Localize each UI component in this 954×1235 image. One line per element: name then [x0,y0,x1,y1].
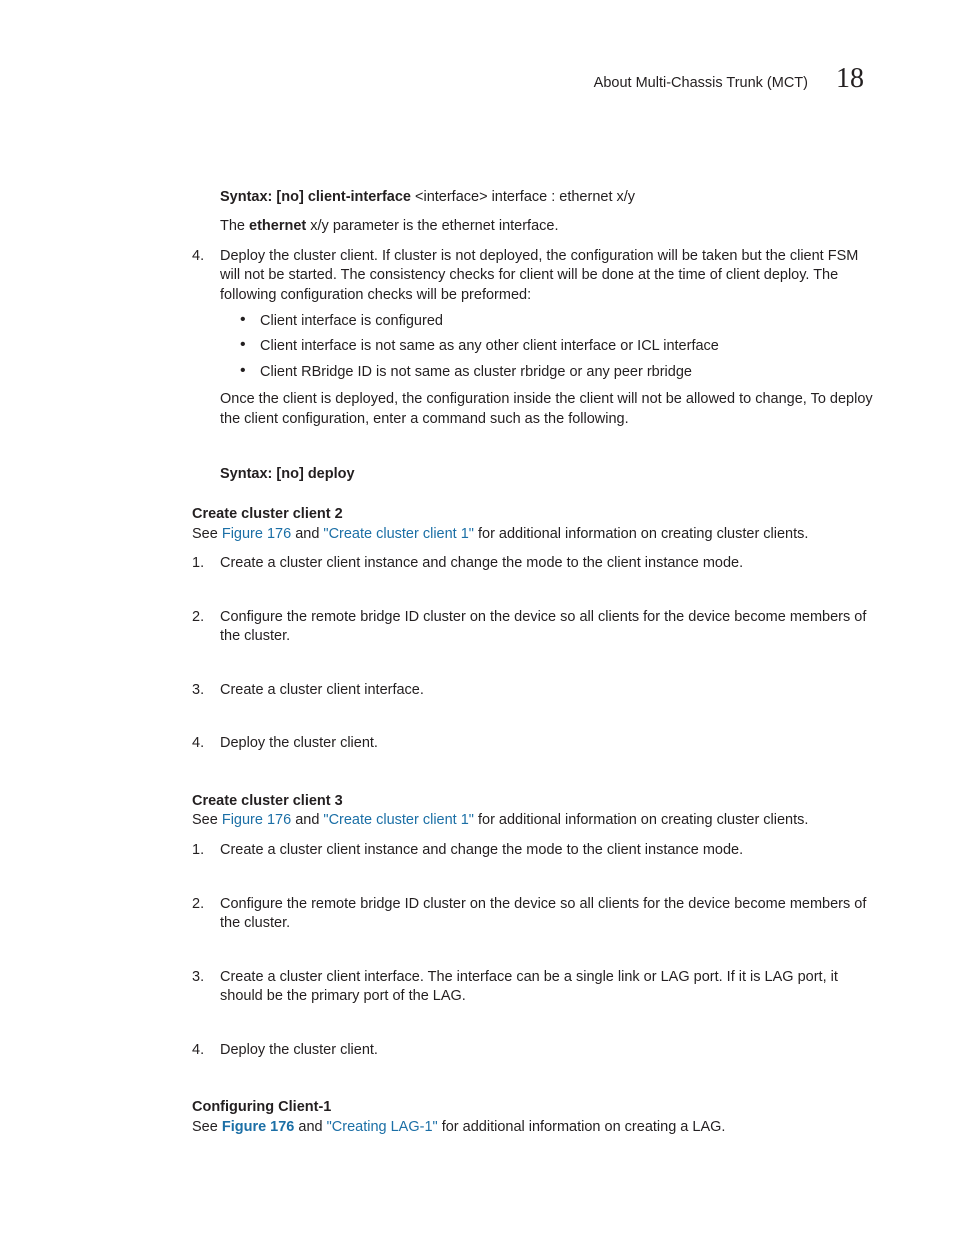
text-fragment: and [291,812,323,828]
bullet-icon: • [240,363,260,383]
configuring-client-1: Configuring Client-1 See Figure 176 and … [192,1098,874,1137]
bullet-item: •Client RBridge ID is not same as cluste… [240,363,874,383]
page: About Multi-Chassis Trunk (MCT) 18 Synta… [0,0,954,1235]
text-fragment: The [220,218,249,234]
list-item: 4. Deploy the cluster client. If cluster… [192,247,874,430]
step-4-block: 4. Deploy the cluster client. If cluster… [192,247,874,430]
ethernet-keyword: ethernet [249,218,306,234]
cfg1-see-line: See Figure 176 and "Creating LAG-1" for … [192,1118,874,1138]
list-body: Create a cluster client instance and cha… [220,841,874,861]
list-number: 4. [192,1041,220,1061]
bullet-text: Client interface is configured [260,312,443,332]
bullet-icon: • [240,312,260,332]
bullet-text: Client interface is not same as any othe… [260,337,719,357]
list-body: Configure the remote bridge ID cluster o… [220,895,874,934]
list-number: 4. [192,734,220,754]
text-fragment: See [192,812,222,828]
list-item: 2.Configure the remote bridge ID cluster… [192,895,874,934]
list-item: 2.Configure the remote bridge ID cluster… [192,608,874,647]
text-fragment: and [291,526,323,542]
list-body: Create a cluster client interface. The i… [220,968,874,1007]
cfg1-heading: Configuring Client-1 [192,1098,874,1118]
list-item: 4.Deploy the cluster client. [192,734,874,754]
list-item: 3.Create a cluster client interface. The… [192,968,874,1007]
create-cluster-client-1-link[interactable]: "Create cluster client 1" [323,526,474,542]
text-fragment: See [192,1119,222,1135]
list-body: Create a cluster client interface. [220,681,874,701]
list-number: 3. [192,968,220,1007]
step4-after: Once the client is deployed, the configu… [220,390,874,429]
create-cluster-client-1-link[interactable]: "Create cluster client 1" [323,812,474,828]
figure-176-link[interactable]: Figure 176 [222,526,291,542]
ccc3-steps: 1.Create a cluster client instance and c… [192,841,874,1060]
text-fragment: and [294,1119,326,1135]
list-body: Create a cluster client instance and cha… [220,554,874,574]
text-fragment: See [192,526,222,542]
ccc3-heading: Create cluster client 3 [192,792,874,812]
syntax-label: Syntax: [220,189,276,205]
syntax-rest: <interface> interface : ethernet x/y [415,189,635,205]
page-header: About Multi-Chassis Trunk (MCT) 18 [80,60,874,98]
create-cluster-client-2: Create cluster client 2 See Figure 176 a… [192,505,874,754]
ccc2-heading: Create cluster client 2 [192,505,874,525]
list-number: 3. [192,681,220,701]
list-number: 2. [192,608,220,647]
step4-text: Deploy the cluster client. If cluster is… [220,247,874,306]
ethernet-param-para: The ethernet x/y parameter is the ethern… [220,217,874,237]
ccc3-see-line: See Figure 176 and "Create cluster clien… [192,811,874,831]
create-cluster-client-3: Create cluster client 3 See Figure 176 a… [192,792,874,1061]
list-number: 1. [192,841,220,861]
text-fragment: for additional information on creating c… [474,812,808,828]
chapter-number: 18 [836,60,864,98]
header-title: About Multi-Chassis Trunk (MCT) [594,74,808,94]
syntax-deploy: Syntax: [no] deploy [220,465,874,485]
bullet-icon: • [240,337,260,357]
figure-176-link[interactable]: Figure 176 [222,812,291,828]
step4-bullets: •Client interface is configured •Client … [240,312,874,383]
list-body: Deploy the cluster client. [220,1041,874,1061]
list-number: 2. [192,895,220,934]
list-number: 1. [192,554,220,574]
syntax-label: Syntax: [220,466,276,482]
list-item: 1.Create a cluster client instance and c… [192,841,874,861]
text-fragment: for additional information on creating c… [474,526,808,542]
list-item: 4.Deploy the cluster client. [192,1041,874,1061]
syntax-cmd: [no] deploy [276,466,354,482]
syntax-cmd: [no] client-interface [276,189,415,205]
bullet-item: •Client interface is configured [240,312,874,332]
content-body: Syntax: [no] client-interface <interface… [220,188,874,1138]
list-item: 3.Create a cluster client interface. [192,681,874,701]
bullet-text: Client RBridge ID is not same as cluster… [260,363,692,383]
text-fragment: x/y parameter is the ethernet interface. [306,218,558,234]
ccc2-steps: 1.Create a cluster client instance and c… [192,554,874,754]
list-number: 4. [192,247,220,430]
creating-lag-1-link[interactable]: "Creating LAG-1" [327,1119,438,1135]
list-body: Deploy the cluster client. [220,734,874,754]
list-body: Configure the remote bridge ID cluster o… [220,608,874,647]
text-fragment: for additional information on creating a… [438,1119,726,1135]
list-item: 1.Create a cluster client instance and c… [192,554,874,574]
bullet-item: •Client interface is not same as any oth… [240,337,874,357]
ccc2-see-line: See Figure 176 and "Create cluster clien… [192,525,874,545]
syntax-client-interface: Syntax: [no] client-interface <interface… [220,188,874,208]
list-body: Deploy the cluster client. If cluster is… [220,247,874,430]
figure-176-link[interactable]: Figure 176 [222,1119,295,1135]
